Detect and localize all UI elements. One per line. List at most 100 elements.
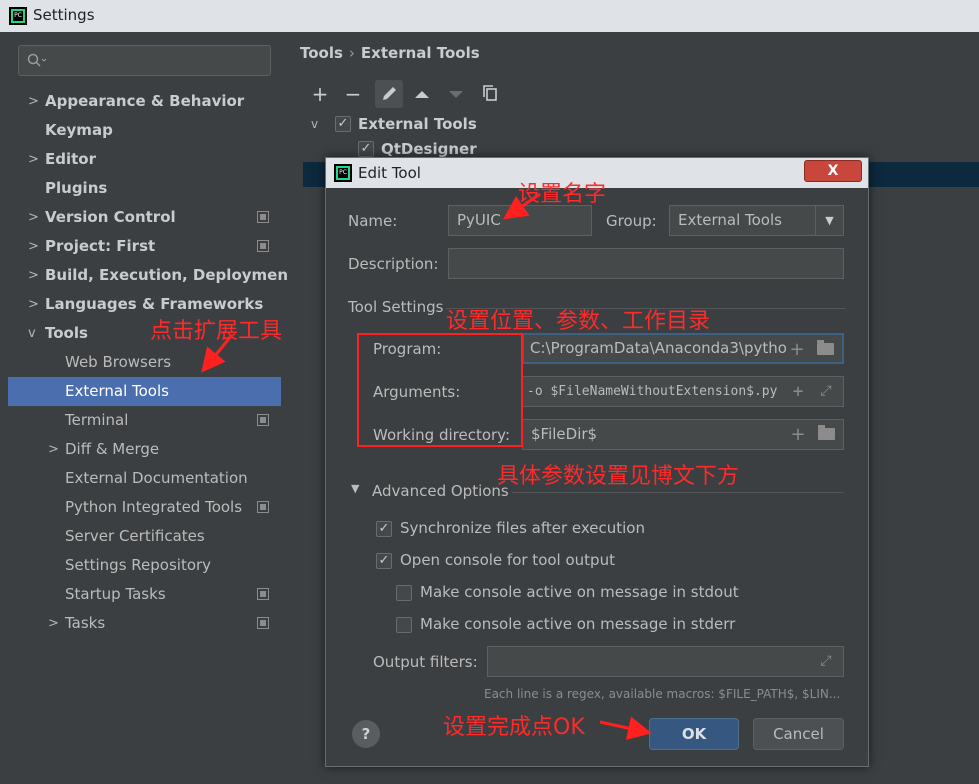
- sidebar-item-settings-repository[interactable]: Settings Repository: [8, 551, 281, 580]
- name-field[interactable]: PyUIC: [448, 205, 592, 236]
- insert-macro-icon[interactable]: +: [787, 420, 809, 449]
- insert-macro-icon[interactable]: +: [786, 335, 808, 362]
- move-down-button[interactable]: [442, 80, 470, 108]
- folder-icon[interactable]: [818, 425, 835, 440]
- chevron-right-icon: >: [28, 152, 39, 167]
- expand-icon[interactable]: ⤢: [815, 647, 837, 676]
- checkbox-unchecked[interactable]: [396, 616, 412, 633]
- chevron-right-icon: >: [28, 94, 39, 109]
- description-label: Description:: [348, 255, 439, 273]
- program-value: C:\ProgramData\Anaconda3\pytho: [530, 339, 787, 357]
- project-scope-icon: [257, 617, 269, 629]
- breadcrumb-separator: ›: [348, 44, 355, 62]
- chevron-right-icon: >: [28, 239, 39, 254]
- folder-icon[interactable]: [817, 340, 834, 355]
- project-scope-icon: [257, 501, 269, 513]
- breadcrumb: Tools › External Tools: [300, 44, 480, 62]
- checkbox-unchecked[interactable]: [396, 584, 412, 601]
- group-checkbox[interactable]: ✓: [335, 116, 351, 132]
- annotation-set-location: 设置位置、参数、工作目录: [446, 309, 711, 334]
- annotation-done-ok: 设置完成点OK: [443, 715, 585, 740]
- sidebar-item-keymap[interactable]: Keymap: [8, 116, 281, 145]
- chevron-down-icon[interactable]: ▼: [815, 206, 843, 235]
- chevron-down-icon: v: [311, 117, 319, 131]
- sidebar-item-diff-merge[interactable]: > Diff & Merge: [8, 435, 281, 464]
- stderr-label: Make console active on message in stderr: [420, 615, 736, 633]
- sidebar-item-version-control[interactable]: > Version Control: [8, 203, 281, 232]
- ok-button[interactable]: OK: [649, 718, 739, 750]
- copy-button[interactable]: [476, 80, 504, 108]
- help-button[interactable]: ?: [352, 720, 380, 748]
- sidebar-item-project[interactable]: > Project: First: [8, 232, 281, 261]
- sync-files-checkbox[interactable]: ✓ Synchronize files after execution: [376, 519, 645, 537]
- working-directory-field[interactable]: $FileDir$ +: [522, 419, 844, 450]
- working-directory-value: $FileDir$: [531, 425, 598, 443]
- sidebar-item-external-documentation[interactable]: External Documentation: [8, 464, 281, 493]
- output-filters-label: Output filters:: [373, 653, 478, 671]
- chevron-right-icon: >: [48, 616, 59, 631]
- insert-macro-icon[interactable]: +: [787, 377, 809, 406]
- project-scope-icon: [257, 240, 269, 252]
- settings-sidebar: > Appearance & Behavior Keymap > Editor …: [8, 32, 295, 784]
- description-field[interactable]: [448, 248, 844, 279]
- checkbox-checked[interactable]: ✓: [376, 552, 392, 569]
- cancel-button[interactable]: Cancel: [753, 718, 844, 750]
- move-up-button[interactable]: [408, 80, 436, 108]
- tree-group-external-tools[interactable]: v ✓ External Tools: [303, 112, 979, 137]
- breadcrumb-root[interactable]: Tools: [300, 44, 343, 62]
- sidebar-item-external-tools[interactable]: External Tools: [8, 377, 281, 406]
- advanced-divider: [512, 492, 844, 493]
- expand-icon[interactable]: ⤢: [815, 377, 837, 406]
- sidebar-item-build[interactable]: > Build, Execution, Deployment: [8, 261, 295, 290]
- annotation-box: [357, 333, 523, 447]
- remove-button[interactable]: −: [339, 80, 367, 108]
- dialog-title: Edit Tool: [358, 164, 421, 182]
- advanced-options-label[interactable]: Advanced Options: [372, 482, 509, 500]
- stderr-checkbox[interactable]: Make console active on message in stderr: [396, 615, 735, 633]
- item-checkbox[interactable]: ✓: [358, 141, 374, 157]
- group-combobox[interactable]: External Tools ▼: [669, 205, 844, 236]
- name-label: Name:: [348, 212, 398, 230]
- add-button[interactable]: +: [306, 80, 334, 108]
- window-titlebar: PC Settings: [0, 0, 979, 32]
- sidebar-item-terminal[interactable]: Terminal: [8, 406, 281, 435]
- sync-files-label: Synchronize files after execution: [400, 519, 645, 537]
- sidebar-item-appearance[interactable]: > Appearance & Behavior: [8, 87, 281, 116]
- chevron-right-icon: >: [28, 268, 39, 283]
- chevron-right-icon: >: [48, 442, 59, 457]
- program-field[interactable]: C:\ProgramData\Anaconda3\pytho +: [522, 333, 844, 364]
- stdout-checkbox[interactable]: Make console active on message in stdout: [396, 583, 739, 601]
- sidebar-item-startup-tasks[interactable]: Startup Tasks: [8, 580, 281, 609]
- external-tools-toolbar: + −: [303, 80, 903, 110]
- sidebar-item-server-certificates[interactable]: Server Certificates: [8, 522, 281, 551]
- pencil-icon: [383, 87, 396, 100]
- project-scope-icon: [257, 211, 269, 223]
- annotation-params-note: 具体参数设置见博文下方: [497, 464, 740, 489]
- search-input[interactable]: [18, 45, 271, 76]
- stdout-label: Make console active on message in stdout: [420, 583, 739, 601]
- annotation-click-expand: 点击扩展工具: [150, 319, 283, 344]
- sidebar-item-web-browsers[interactable]: Web Browsers: [8, 348, 281, 377]
- arguments-field[interactable]: -o $FileNameWithoutExtension$.py + ⤢: [522, 376, 844, 407]
- search-icon: [27, 53, 47, 67]
- output-filters-field[interactable]: ⤢: [487, 646, 844, 677]
- chevron-down-icon: v: [28, 326, 36, 341]
- open-console-checkbox[interactable]: ✓ Open console for tool output: [376, 551, 615, 569]
- chevron-right-icon: >: [28, 297, 39, 312]
- edit-button[interactable]: [375, 80, 403, 108]
- group-combobox-value: External Tools: [678, 211, 782, 229]
- close-button[interactable]: X: [804, 160, 862, 182]
- tree-group-label: External Tools: [358, 115, 477, 133]
- checkbox-checked[interactable]: ✓: [376, 520, 392, 537]
- chevron-right-icon: >: [28, 210, 39, 225]
- output-filters-hint: Each line is a regex, available macros: …: [484, 687, 841, 701]
- sidebar-item-plugins[interactable]: Plugins: [8, 174, 281, 203]
- sidebar-item-editor[interactable]: > Editor: [8, 145, 281, 174]
- arrow-down-icon: [449, 91, 463, 98]
- sidebar-item-tasks[interactable]: > Tasks: [8, 609, 281, 638]
- sidebar-item-python-integrated-tools[interactable]: Python Integrated Tools: [8, 493, 281, 522]
- project-scope-icon: [257, 588, 269, 600]
- triangle-down-icon[interactable]: ▼: [351, 482, 359, 495]
- tool-settings-label: Tool Settings: [348, 298, 444, 316]
- pycharm-icon: PC: [9, 7, 27, 25]
